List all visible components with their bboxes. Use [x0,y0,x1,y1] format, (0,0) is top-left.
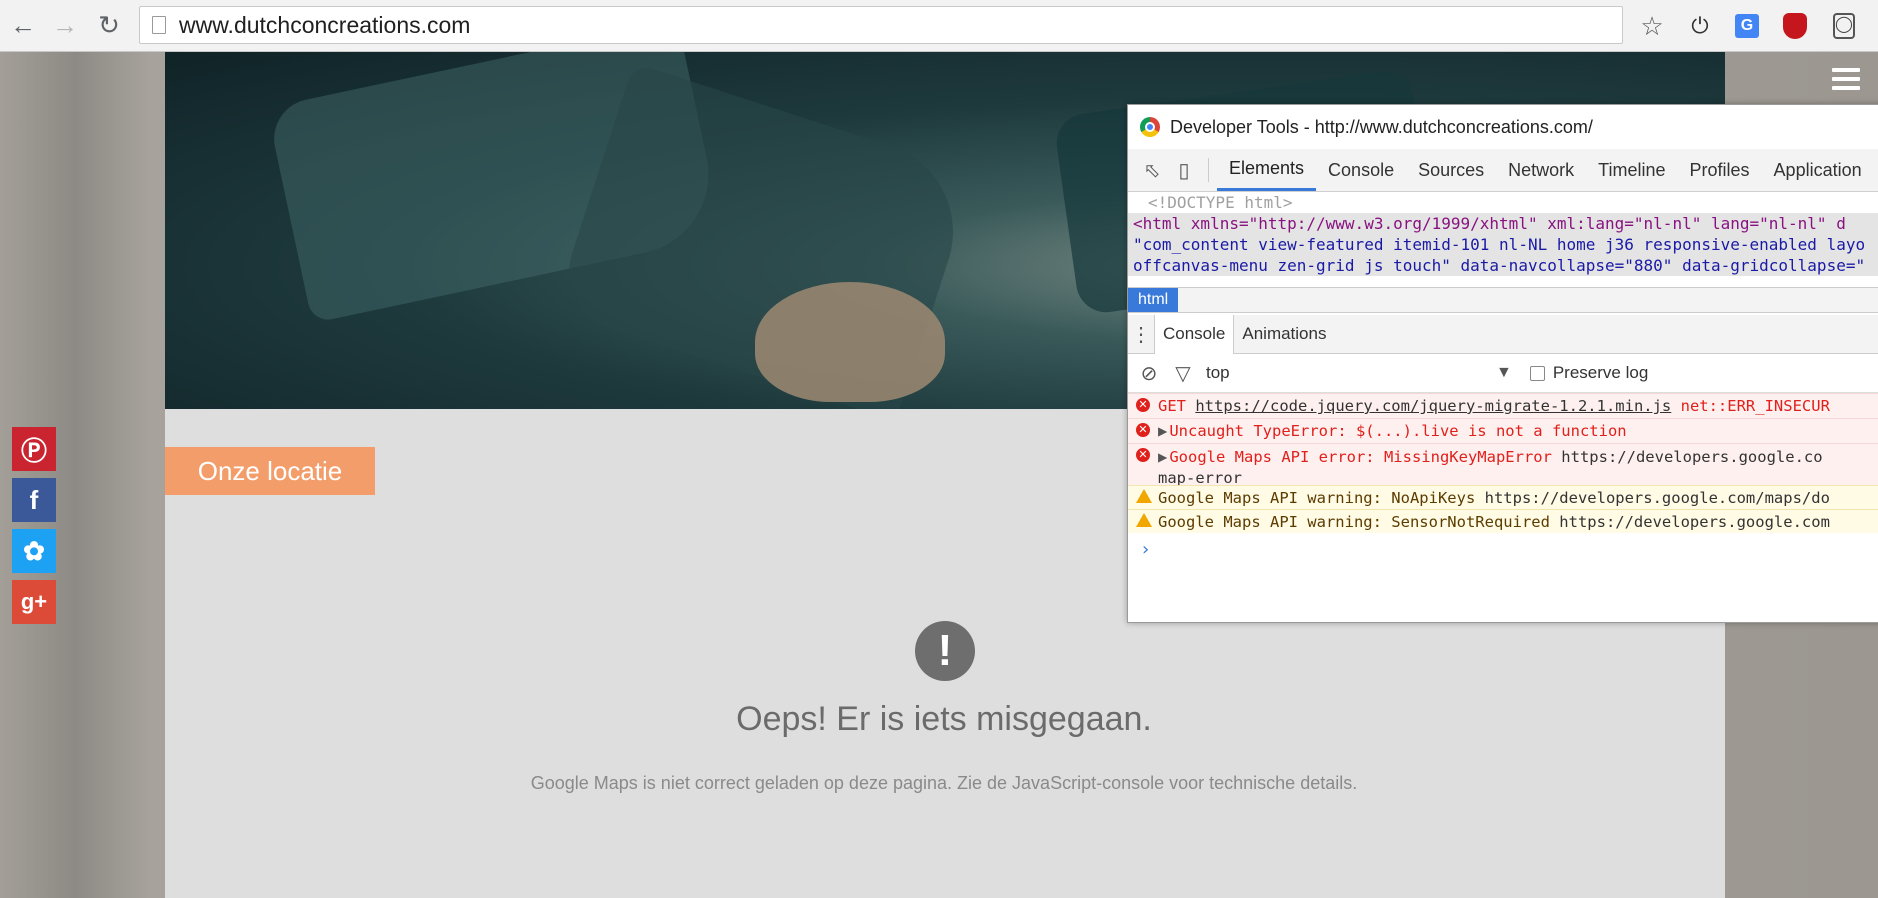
power-icon[interactable]: ⏻ [1682,8,1718,44]
google-translate-icon[interactable]: G [1729,8,1765,44]
console-message[interactable]: ✕ ▶ Google Maps API error: MissingKeyMapE… [1128,443,1878,485]
console-message[interactable]: ✕ GET https://code.jquery.com/jquery-mig… [1128,393,1878,418]
reload-icon[interactable]: ↻ [90,6,128,44]
bookmark-star-icon[interactable]: ☆ [1634,8,1670,44]
console-message[interactable]: Google Maps API warning: NoApiKeys https… [1128,485,1878,509]
breadcrumb-html[interactable]: html [1128,288,1179,312]
chrome-logo-icon [1140,117,1160,137]
devtools-titlebar: Developer Tools - http://www.dutchconcre… [1128,105,1878,150]
devtools-title: Developer Tools - http://www.dutchconcre… [1170,116,1593,137]
filter-icon[interactable]: ▽ [1166,361,1200,386]
console-prompt[interactable]: › [1140,539,1151,560]
message-link[interactable]: https://code.jquery.com/jquery-migrate-1… [1195,397,1671,415]
html-node-line-3[interactable]: offcanvas-menu zen-grid js touch" data-n… [1128,255,1878,276]
tab-network[interactable]: Network [1496,149,1586,191]
doctype-line[interactable]: <!DOCTYPE html> [1128,192,1878,213]
warning-icon [1136,513,1152,527]
drawer-tabbar: ⋮ Console Animations [1128,314,1878,354]
drawer-tab-animations[interactable]: Animations [1234,315,1334,353]
devtools-window: Developer Tools - http://www.dutchconcre… [1127,104,1878,623]
tab-timeline[interactable]: Timeline [1586,149,1677,191]
tab-elements[interactable]: Elements [1217,149,1317,191]
expand-triangle-icon[interactable]: ▶ [1158,447,1167,468]
warning-icon [1136,489,1152,503]
forward-icon[interactable]: → [46,6,84,44]
error-description: Google Maps is niet correct geladen op d… [530,773,1358,793]
tab-console[interactable]: Console [1316,149,1406,191]
ublock-icon[interactable] [1777,8,1813,44]
html-node-line-1[interactable]: <html xmlns="http://www.w3.org/1999/xhtm… [1128,213,1878,234]
error-icon: ✕ [1136,448,1150,462]
extension-bulb-icon[interactable]: ◯ [1826,8,1862,44]
breadcrumb: html [1128,287,1878,313]
pinterest-icon[interactable]: Ⓟ [12,427,56,471]
drawer-tab-console[interactable]: Console [1154,314,1235,354]
google-plus-icon[interactable]: g+ [12,580,56,624]
expand-triangle-icon[interactable]: ▶ [1158,419,1167,443]
menu-icon[interactable] [1832,68,1860,95]
tab-sources[interactable]: Sources [1406,149,1496,191]
console-messages: ✕ GET https://code.jquery.com/jquery-mig… [1128,393,1878,622]
console-message[interactable]: ✕ ▶ Uncaught TypeError: $(...).live is no… [1128,418,1878,443]
html-node-line-2[interactable]: "com_content view-featured itemid-101 nl… [1128,234,1878,255]
tab-profiles[interactable]: Profiles [1678,149,1762,191]
back-icon[interactable]: ← [4,6,42,44]
clear-console-icon[interactable]: ⊘ [1132,361,1166,386]
drawer-menu-icon[interactable]: ⋮ [1128,322,1154,347]
url-text: www.dutchconcreations.com [179,11,471,38]
context-selector[interactable]: top [1200,363,1496,383]
error-exclamation-icon: ! [915,621,975,681]
location-button[interactable]: Onze locatie [165,447,375,495]
console-message[interactable]: Google Maps API warning: SensorNotRequir… [1128,509,1878,533]
error-icon: ✕ [1136,398,1150,412]
page-icon [152,16,166,34]
error-icon: ✕ [1136,423,1150,437]
device-mode-icon[interactable]: ▯ [1168,154,1200,186]
elements-panel: <!DOCTYPE html> <html xmlns="http://www.… [1128,192,1878,287]
preserve-log-checkbox[interactable] [1529,365,1545,381]
devtools-tabbar: ⬁ ▯ Elements Console Sources Network Tim… [1128,149,1878,192]
error-title: Oeps! Er is iets misgegaan. [736,700,1152,738]
preserve-log-label: Preserve log [1552,363,1649,382]
twitter-icon[interactable]: ✿ [12,529,56,573]
inspect-element-icon[interactable]: ⬁ [1136,154,1168,186]
console-toolbar: ⊘ ▽ top ▼ Preserve log [1128,354,1878,393]
facebook-icon[interactable]: f [12,478,56,522]
tab-application[interactable]: Application [1762,149,1874,191]
address-bar[interactable]: www.dutchconcreations.com [139,6,1623,44]
chevron-down-icon[interactable]: ▼ [1496,364,1512,382]
